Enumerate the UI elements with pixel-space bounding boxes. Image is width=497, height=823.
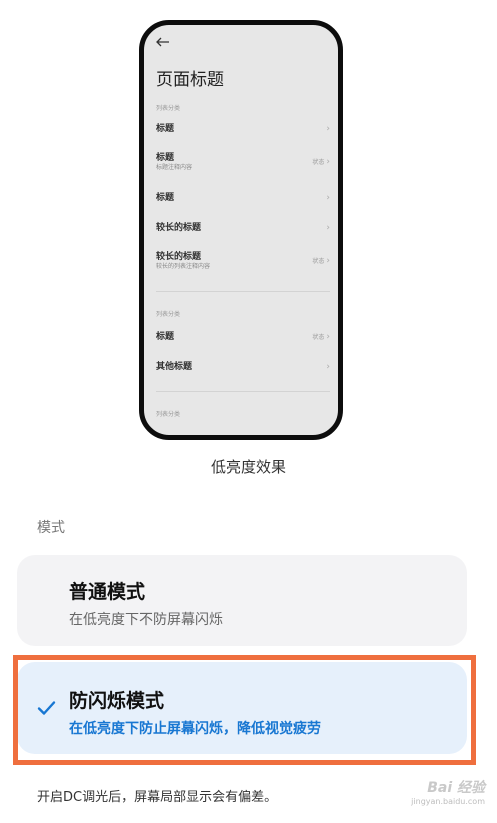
preview-item-title: 标题 — [156, 153, 175, 163]
normal-mode-option[interactable]: 普通模式 在低亮度下不防屏幕闪烁 — [17, 555, 467, 646]
preview-item-subtitle: 标题注释内容 — [156, 164, 193, 171]
phone-preview: 页面标题 列表分类 标题 › 标题 标题注释内容 状态 › 标题 › 较长的标题 … — [139, 20, 343, 440]
chevron-right-icon: › — [326, 332, 330, 342]
preview-list-item: 其他标题 › — [156, 362, 330, 373]
footer-note: 开启DC调光后，屏幕局部显示会有偏差。 — [37, 790, 278, 805]
chevron-right-icon: › — [326, 256, 330, 266]
preview-list-item: 较长的标题 › — [156, 223, 330, 234]
preview-list-item: 标题 › — [156, 124, 330, 135]
mode-section-label: 模式 — [37, 520, 65, 536]
chevron-right-icon: › — [326, 223, 330, 233]
chevron-right-icon: › — [326, 157, 330, 167]
chevron-right-icon: › — [326, 124, 330, 134]
preview-category-label: 列表分类 — [156, 311, 181, 318]
preview-list-item: 标题 状态 › — [156, 332, 330, 343]
option-description: 在低亮度下防止屏幕闪烁，降低视觉疲劳 — [69, 721, 321, 737]
arrow-left-icon — [156, 36, 170, 50]
chevron-right-icon: › — [326, 362, 330, 372]
preview-item-subtitle: 较长的列表注释内容 — [156, 263, 211, 270]
preview-list-item: 标题 › — [156, 193, 330, 204]
preview-item-title: 其他标题 — [156, 362, 193, 372]
option-title: 防闪烁模式 — [69, 690, 165, 712]
preview-category-label: 列表分类 — [156, 105, 181, 112]
preview-item-title: 标题 — [156, 193, 175, 203]
watermark: Bai 经验 jingyan.baidu.com — [403, 777, 485, 817]
watermark-logo: Bai 经验 — [427, 780, 485, 796]
preview-item-status: 状态 — [312, 334, 325, 341]
anti-flicker-mode-option[interactable]: 防闪烁模式 在低亮度下防止屏幕闪烁，降低视觉疲劳 — [17, 662, 467, 754]
preview-page-title: 页面标题 — [156, 70, 224, 90]
chevron-right-icon: › — [326, 193, 330, 203]
preview-item-status: 状态 — [312, 159, 325, 166]
preview-item-title: 标题 — [156, 332, 175, 342]
preview-category-label: 列表分类 — [156, 411, 181, 418]
watermark-url: jingyan.baidu.com — [411, 797, 485, 806]
preview-item-title: 较长的标题 — [156, 252, 202, 262]
preview-item-title: 较长的标题 — [156, 223, 202, 233]
checkmark-icon — [37, 699, 56, 717]
option-description: 在低亮度下不防屏幕闪烁 — [69, 612, 223, 628]
preview-caption: 低亮度效果 — [210, 458, 286, 476]
preview-divider — [156, 291, 330, 292]
preview-list-item: 较长的标题 较长的列表注释内容 状态 › — [156, 252, 330, 271]
preview-list-item: 标题 标题注释内容 状态 › — [156, 153, 330, 172]
preview-divider — [156, 391, 330, 392]
option-title: 普通模式 — [69, 581, 146, 603]
preview-item-title: 标题 — [156, 124, 175, 134]
preview-item-status: 状态 — [312, 258, 325, 265]
